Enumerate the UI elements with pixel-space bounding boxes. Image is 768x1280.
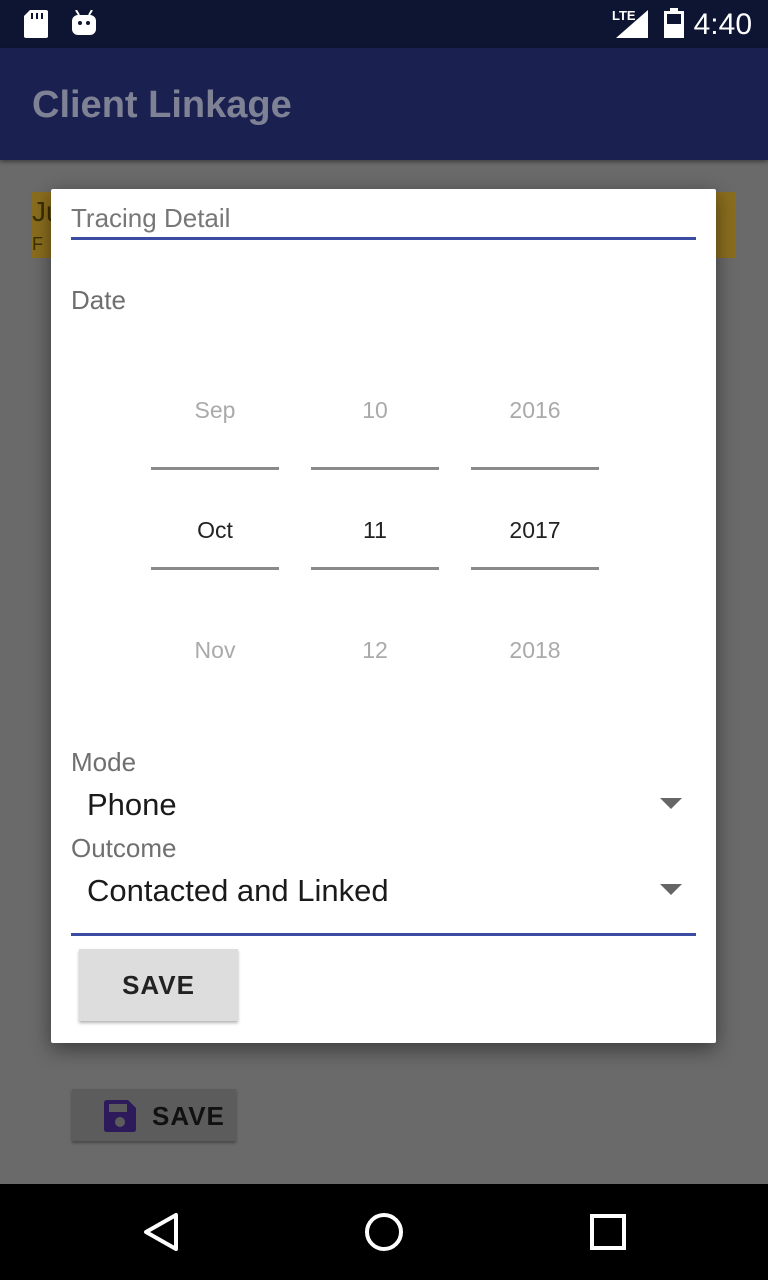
chevron-down-icon[interactable]: [660, 798, 682, 809]
mode-select[interactable]: Phone: [87, 787, 177, 823]
year-current[interactable]: 2017: [471, 517, 599, 544]
picker-divider: [471, 467, 599, 470]
year-prev[interactable]: 2016: [471, 397, 599, 424]
outcome-select[interactable]: Contacted and Linked: [87, 873, 389, 909]
navigation-bar: [0, 1184, 768, 1280]
android-debug-icon: [72, 10, 96, 35]
status-bar: LTE 4:40: [0, 0, 768, 48]
chevron-down-icon[interactable]: [660, 884, 682, 895]
status-time: 4:40: [693, 8, 752, 41]
picker-divider: [151, 567, 279, 570]
picker-divider: [151, 467, 279, 470]
year-picker[interactable]: 2016 2017 2018: [471, 379, 599, 679]
picker-divider: [311, 467, 439, 470]
dialog-title-underline: [71, 237, 696, 240]
month-current[interactable]: Oct: [151, 517, 279, 544]
sd-card-icon: [24, 10, 48, 38]
background-save-label: SAVE: [152, 1101, 225, 1131]
app-title: Client Linkage: [32, 84, 292, 126]
tracing-detail-dialog: Tracing Detail Date Sep Oct Nov 10 11 12…: [51, 189, 716, 1043]
month-picker[interactable]: Sep Oct Nov: [151, 379, 279, 679]
background-save-button: SAVE: [72, 1089, 236, 1141]
floppy-disk-icon: [104, 1100, 136, 1132]
picker-divider: [471, 567, 599, 570]
app-bar: Client Linkage: [0, 48, 768, 160]
day-picker[interactable]: 10 11 12: [311, 379, 439, 679]
battery-icon: [664, 8, 684, 38]
picker-divider: [311, 567, 439, 570]
outcome-label: Outcome: [71, 833, 177, 863]
mode-label: Mode: [71, 747, 137, 777]
day-current[interactable]: 11: [311, 517, 439, 544]
year-next[interactable]: 2018: [471, 637, 599, 664]
dialog-title: Tracing Detail: [71, 203, 231, 233]
recents-icon[interactable]: [590, 1214, 626, 1250]
signal-icon: [616, 10, 648, 38]
date-label: Date: [71, 285, 126, 315]
background-card-subtitle: F: [32, 234, 43, 254]
save-button[interactable]: SAVE: [79, 949, 238, 1021]
back-icon[interactable]: [142, 1212, 180, 1252]
day-prev[interactable]: 10: [311, 397, 439, 424]
day-next[interactable]: 12: [311, 637, 439, 664]
home-icon[interactable]: [364, 1212, 404, 1252]
month-prev[interactable]: Sep: [151, 397, 279, 424]
outcome-underline: [71, 933, 696, 936]
month-next[interactable]: Nov: [151, 637, 279, 664]
